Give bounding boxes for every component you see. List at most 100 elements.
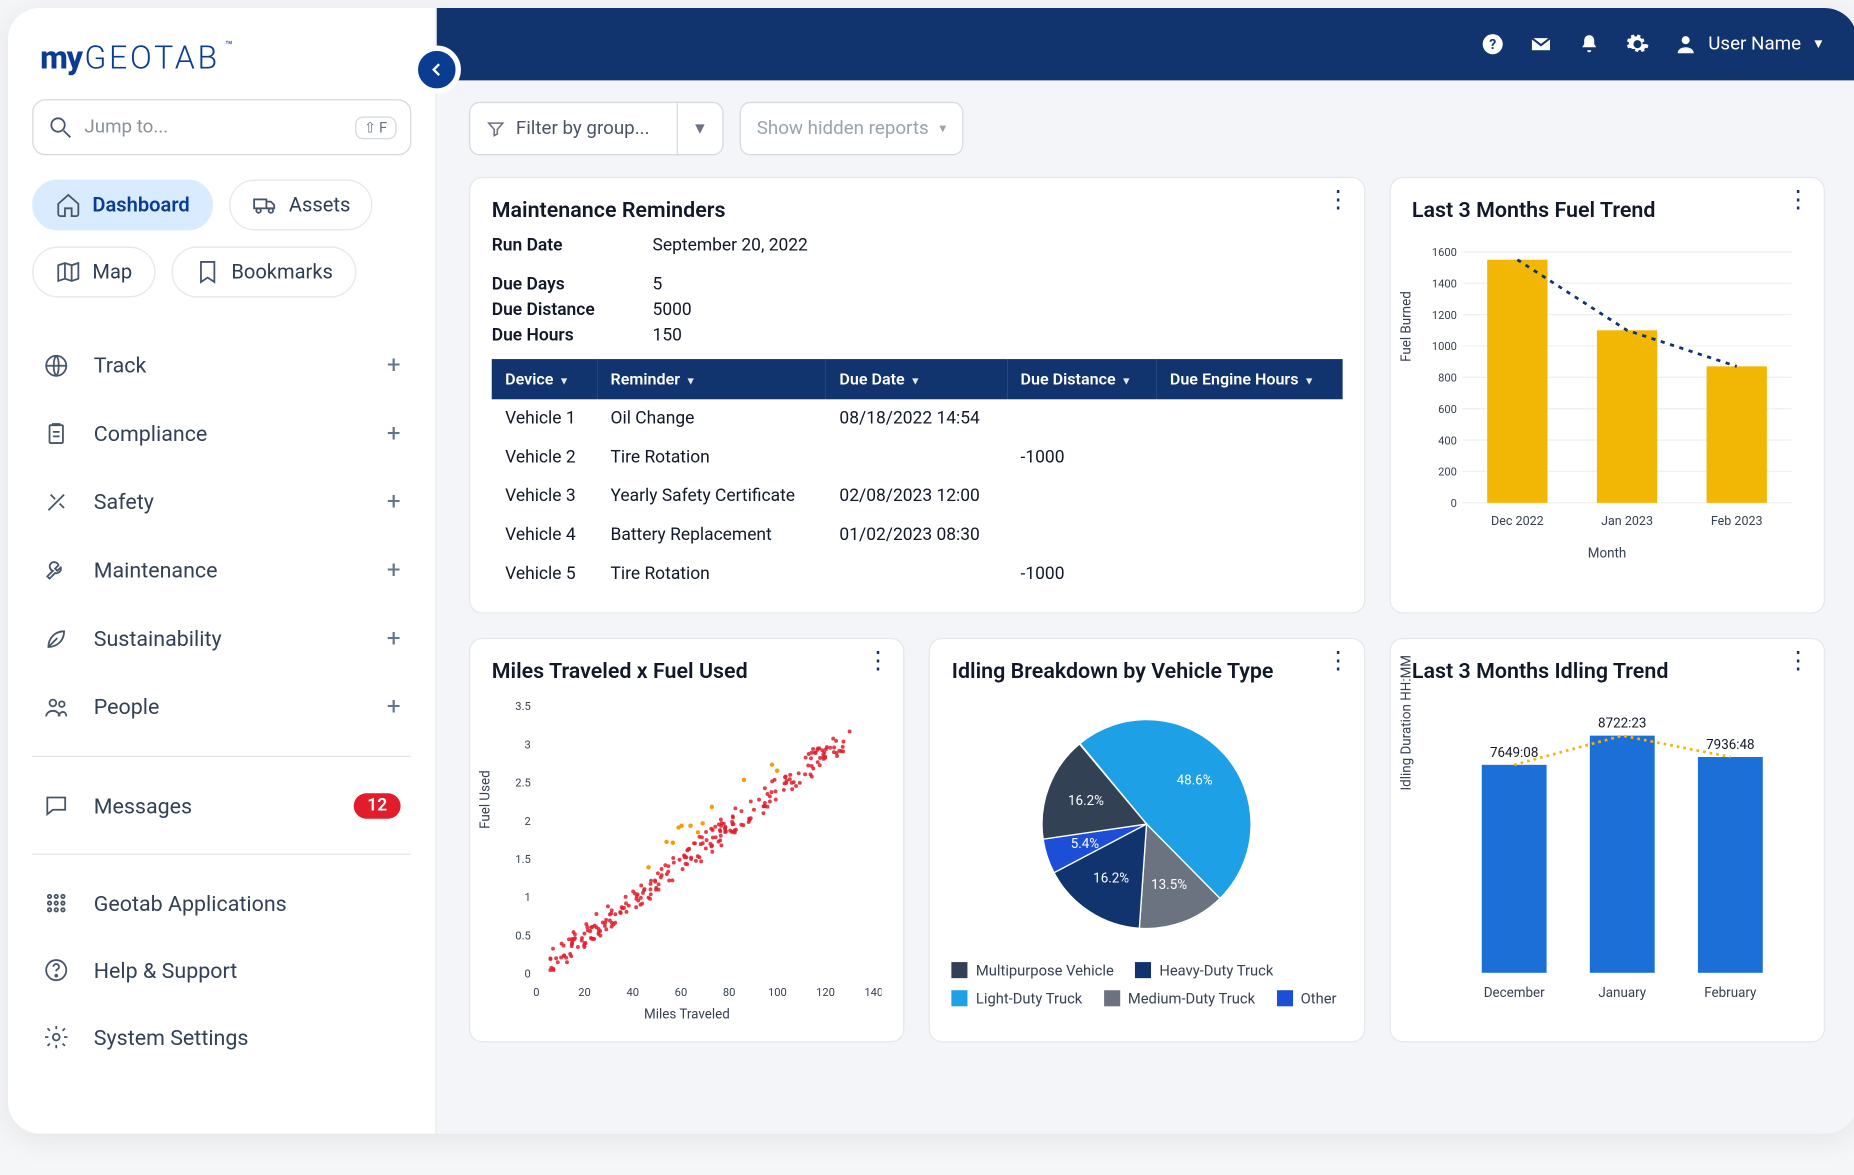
svg-text:48.6%: 48.6% [1177, 774, 1213, 789]
expand-icon[interactable]: + [387, 624, 401, 652]
gear-icon[interactable] [1625, 32, 1649, 56]
card-fuel-trend: ⋮ Last 3 Months Fuel Trend Fuel Burned 0… [1389, 177, 1825, 614]
card-menu-button[interactable]: ⋮ [1326, 197, 1347, 205]
brand-tm: ™ [225, 40, 233, 53]
svg-text:7936:48: 7936:48 [1706, 738, 1754, 753]
col-reminder[interactable]: Reminder▼ [597, 359, 826, 399]
messages-badge: 12 [354, 793, 401, 818]
card-miles-fuel-scatter: ⋮ Miles Traveled x Fuel Used Fuel Used 0… [469, 638, 905, 1043]
nav-people[interactable]: People + [32, 677, 411, 737]
card-title: Miles Traveled x Fuel Used [492, 658, 882, 683]
expand-icon[interactable]: + [387, 419, 401, 447]
value: 5 [653, 275, 663, 295]
table-row[interactable]: Vehicle 1Oil Change08/18/2022 14:54 [492, 399, 1342, 438]
bell-icon[interactable] [1577, 32, 1601, 56]
quick-assets-label: Assets [289, 193, 350, 217]
svg-text:120: 120 [816, 986, 835, 999]
card-menu-button[interactable]: ⋮ [1786, 197, 1807, 205]
nav-compliance[interactable]: Compliance + [32, 403, 411, 463]
filter-group-label: Filter by group... [516, 118, 650, 139]
cell [1007, 399, 1156, 438]
card-title: Maintenance Reminders [492, 197, 1342, 222]
col-due-date[interactable]: Due Date▼ [826, 359, 1007, 399]
svg-text:16.2%: 16.2% [1094, 871, 1130, 886]
col-due-distance[interactable]: Due Distance▼ [1007, 359, 1156, 399]
sidebar-collapse-button[interactable] [413, 46, 461, 94]
expand-icon[interactable]: + [387, 351, 401, 379]
expand-icon[interactable]: + [387, 693, 401, 721]
y-axis-label: Fuel Used [479, 770, 494, 829]
cell: Yearly Safety Certificate [597, 477, 826, 516]
x-axis-label: Month [1412, 547, 1802, 562]
nav-people-label: People [94, 694, 160, 719]
quick-bookmarks[interactable]: Bookmarks [171, 247, 356, 298]
quick-dashboard[interactable]: Dashboard [32, 180, 212, 231]
nav-track[interactable]: Track + [32, 335, 411, 395]
table-row[interactable]: Vehicle 4Battery Replacement01/02/2023 0… [492, 516, 1342, 555]
chevron-down-icon[interactable]: ▾ [676, 103, 722, 154]
nav-system-settings[interactable]: System Settings [32, 1008, 411, 1067]
label: Due Days [492, 275, 653, 295]
svg-text:5.4%: 5.4% [1071, 837, 1100, 852]
jump-to-shortcut: ⇧F [355, 116, 397, 139]
svg-text:140: 140 [864, 986, 882, 999]
gear-icon [43, 1024, 70, 1051]
svg-text:2.5: 2.5 [515, 777, 530, 790]
value: 150 [653, 326, 682, 346]
col-device[interactable]: Device▼ [492, 359, 597, 399]
sidebar: my GEOTAB ™ Jump to... ⇧F Dashboard Asse… [8, 8, 437, 1134]
quick-map-label: Map [92, 260, 132, 284]
table-row[interactable]: Vehicle 5Tire Rotation-1000 [492, 555, 1342, 594]
funnel-icon [486, 119, 505, 138]
show-hidden-reports[interactable]: Show hidden reports ▾ [739, 102, 963, 156]
svg-text:February: February [1704, 986, 1757, 1001]
cell: 08/18/2022 14:54 [826, 399, 1007, 438]
svg-text:0: 0 [1450, 497, 1456, 510]
seatbelt-icon [43, 488, 70, 515]
svg-text:1400: 1400 [1431, 277, 1456, 290]
svg-text:400: 400 [1438, 434, 1457, 447]
main-area: ? User Name ▼ Filter by group... ▾ Show … [437, 8, 1854, 1134]
scatter-chart: Fuel Used 00.511.522.533.502040608010012… [492, 697, 882, 1005]
quick-map[interactable]: Map [32, 247, 155, 298]
nav-maintenance[interactable]: Maintenance + [32, 540, 411, 600]
mail-icon[interactable] [1529, 32, 1553, 56]
chevron-down-icon: ▾ [939, 121, 946, 136]
expand-icon[interactable]: + [387, 488, 401, 516]
brand-part-geotab: GEOTAB [84, 39, 220, 77]
svg-text:1200: 1200 [1431, 309, 1456, 322]
user-menu[interactable]: User Name ▼ [1673, 32, 1825, 56]
cell [826, 555, 1007, 594]
svg-text:8722:23: 8722:23 [1598, 717, 1646, 732]
nav-help[interactable]: Help & Support [32, 941, 411, 1000]
col-due-engine-hours[interactable]: Due Engine Hours▼ [1156, 359, 1342, 399]
nav-geotab-apps[interactable]: Geotab Applications [32, 874, 411, 933]
card-maintenance-reminders: ⋮ Maintenance Reminders Run DateSeptembe… [469, 177, 1365, 614]
card-idling-trend: ⋮ Last 3 Months Idling Trend Idling Dura… [1389, 638, 1825, 1043]
help-icon[interactable]: ? [1480, 32, 1504, 56]
jump-to-placeholder: Jump to... [84, 117, 168, 138]
svg-text:80: 80 [723, 986, 736, 999]
clipboard-icon [43, 420, 70, 447]
svg-text:200: 200 [1438, 466, 1457, 479]
nav-messages[interactable]: Messages 12 [32, 776, 411, 835]
card-menu-button[interactable]: ⋮ [1786, 658, 1807, 666]
expand-icon[interactable]: + [387, 556, 401, 584]
x-axis-label: Miles Traveled [492, 1008, 882, 1023]
svg-text:40: 40 [626, 986, 639, 999]
nav-safety[interactable]: Safety + [32, 472, 411, 532]
table-row[interactable]: Vehicle 3Yearly Safety Certificate02/08/… [492, 477, 1342, 516]
cell: -1000 [1007, 555, 1156, 594]
nav-sustainability[interactable]: Sustainability + [32, 608, 411, 668]
label: Run Date [492, 236, 653, 256]
card-menu-button[interactable]: ⋮ [866, 658, 887, 666]
y-axis-label: Fuel Burned [1399, 291, 1414, 362]
filter-by-group[interactable]: Filter by group... ▾ [469, 102, 723, 156]
svg-text:20: 20 [578, 986, 591, 999]
fuel-trend-chart: Fuel Burned 0200400600800100012001400160… [1412, 236, 1802, 544]
jump-to-search[interactable]: Jump to... ⇧F [32, 99, 411, 155]
card-menu-button[interactable]: ⋮ [1326, 658, 1347, 666]
quick-assets[interactable]: Assets [229, 180, 374, 231]
table-row[interactable]: Vehicle 2Tire Rotation-1000 [492, 438, 1342, 477]
nav-sustainability-label: Sustainability [94, 626, 222, 651]
